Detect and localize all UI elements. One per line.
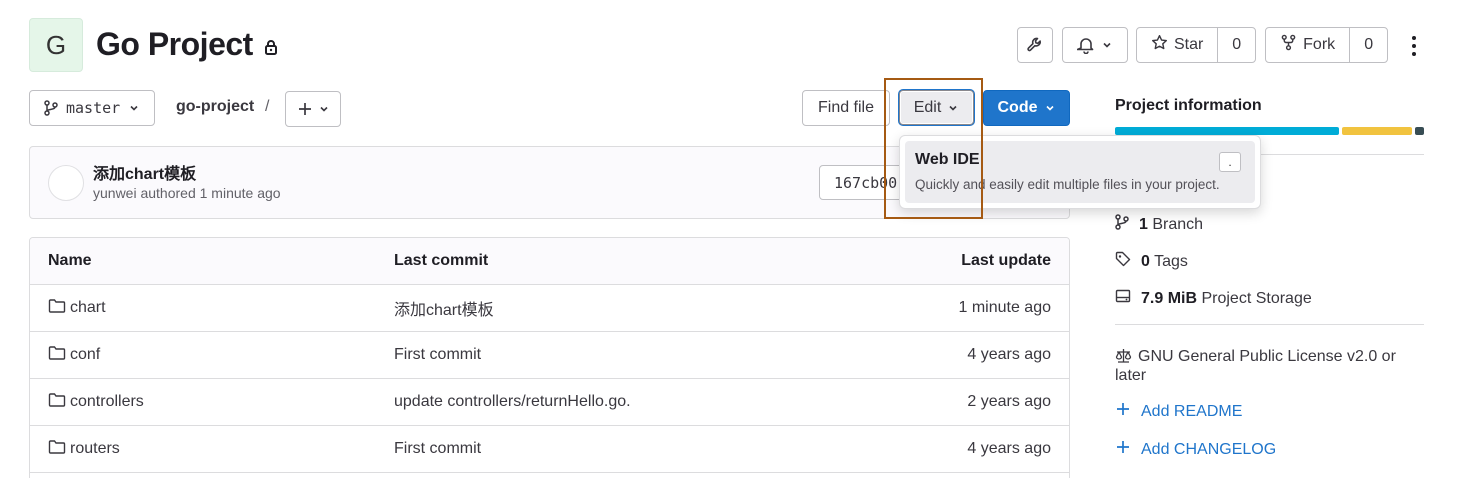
branch-icon: [1115, 214, 1129, 235]
plus-icon: [297, 101, 313, 117]
fork-button-group: Fork 0: [1265, 27, 1388, 63]
edit-button[interactable]: Edit: [899, 90, 974, 125]
edit-label: Edit: [913, 98, 942, 116]
chevron-down-icon: [1101, 39, 1113, 51]
license-link[interactable]: GNU General Public License v2.0 or later: [1115, 348, 1425, 384]
disk-icon: [1115, 288, 1131, 309]
wrench-icon: [1026, 36, 1044, 54]
project-information-title: Project information: [1115, 97, 1262, 114]
settings-wrench-button[interactable]: [1017, 27, 1053, 63]
table-row[interactable]: controllers update controllers/returnHel…: [30, 379, 1069, 426]
file-table: Name Last commit Last update chart 添加cha…: [29, 237, 1070, 478]
file-name[interactable]: conf: [70, 346, 100, 364]
star-button-group: Star 0: [1136, 27, 1256, 63]
add-readme-link[interactable]: Add README: [1115, 401, 1242, 422]
column-header-last-update: Last update: [961, 252, 1051, 269]
fork-label: Fork: [1303, 36, 1336, 53]
branch-icon: [44, 100, 58, 116]
column-header-last-commit: Last commit: [394, 252, 489, 269]
web-ide-menu-item[interactable]: Web IDE Quickly and easily edit multiple…: [905, 141, 1255, 203]
notification-button[interactable]: [1062, 27, 1128, 63]
storage-label: Project Storage: [1201, 289, 1312, 307]
project-avatar[interactable]: G: [29, 18, 83, 72]
add-new-button[interactable]: [285, 91, 341, 127]
table-row[interactable]: chart 添加chart模板 1 minute ago: [30, 285, 1069, 332]
file-updated: 1 minute ago: [958, 299, 1051, 316]
commit-message[interactable]: 添加chart模板: [93, 160, 196, 184]
lock-icon: [263, 39, 279, 55]
star-label: Star: [1173, 36, 1204, 53]
file-name[interactable]: routers: [70, 440, 120, 458]
scale-icon: [1115, 348, 1132, 367]
project-avatar-letter: G: [45, 29, 67, 60]
file-commit[interactable]: First commit: [394, 346, 481, 364]
project-title: Go Project: [96, 26, 253, 62]
breadcrumb-separator: /: [265, 98, 270, 115]
file-commit[interactable]: First commit: [394, 440, 481, 458]
bell-icon: [1077, 36, 1095, 54]
author-avatar[interactable]: [48, 165, 84, 201]
star-button[interactable]: Star: [1137, 28, 1217, 62]
table-row[interactable]: conf First commit 4 years ago: [30, 332, 1069, 379]
code-button[interactable]: Code: [983, 90, 1070, 126]
folder-icon: [48, 439, 66, 460]
more-actions-icon[interactable]: [1404, 34, 1424, 58]
fork-count[interactable]: 0: [1349, 28, 1387, 62]
file-updated: 4 years ago: [967, 346, 1051, 363]
fork-icon: [1280, 34, 1297, 56]
column-header-name: Name: [48, 252, 92, 269]
folder-icon: [48, 345, 66, 366]
file-commit[interactable]: update controllers/returnHello.go.: [394, 393, 631, 411]
storage-link[interactable]: 7.9 MiB Project Storage: [1115, 288, 1312, 309]
folder-icon: [48, 298, 66, 319]
fork-button[interactable]: Fork: [1266, 28, 1349, 62]
file-name[interactable]: chart: [70, 299, 106, 317]
storage-size: 7.9 MiB: [1141, 289, 1198, 307]
file-updated: 4 years ago: [967, 440, 1051, 457]
file-name[interactable]: controllers: [70, 393, 144, 411]
file-updated: 2 years ago: [967, 393, 1051, 410]
language-segment[interactable]: [1115, 127, 1339, 135]
language-segment[interactable]: [1342, 127, 1412, 135]
breadcrumb[interactable]: go-project: [176, 98, 254, 116]
add-changelog-link[interactable]: Add CHANGELOG: [1115, 439, 1276, 460]
add-readme-label: Add README: [1141, 402, 1243, 420]
file-commit[interactable]: 添加chart模板: [394, 296, 494, 320]
web-ide-title: Web IDE: [915, 151, 980, 168]
edit-dropdown-menu: Web IDE Quickly and easily edit multiple…: [899, 135, 1261, 209]
add-changelog-label: Add CHANGELOG: [1141, 440, 1277, 458]
tag-icon: [1115, 251, 1131, 272]
branch-name: master: [66, 99, 121, 117]
chevron-down-icon: [947, 102, 959, 114]
chevron-down-icon: [1044, 102, 1056, 114]
license-text: GNU General Public License v2.0 or later: [1115, 348, 1396, 384]
branches-link[interactable]: 1 Branch: [1115, 214, 1203, 235]
star-count[interactable]: 0: [1217, 28, 1255, 62]
tags-link[interactable]: 0 Tags: [1115, 251, 1188, 272]
keyboard-shortcut: .: [1219, 152, 1241, 172]
folder-icon: [48, 392, 66, 413]
page-title: Go Project: [96, 26, 279, 63]
branch-selector[interactable]: master: [29, 90, 155, 126]
table-row[interactable]: routers First commit 4 years ago: [30, 426, 1069, 473]
branches-label: Branch: [1152, 215, 1204, 233]
language-bar[interactable]: [1115, 127, 1424, 135]
find-file-button[interactable]: Find file: [802, 90, 890, 126]
language-segment[interactable]: [1415, 127, 1424, 135]
table-header-row: Name Last commit Last update: [30, 238, 1069, 285]
divider: [1115, 324, 1424, 325]
plus-icon: [1115, 439, 1131, 460]
branches-count: 1: [1139, 215, 1148, 233]
chevron-down-icon: [318, 103, 330, 115]
chevron-down-icon: [128, 102, 140, 114]
star-icon: [1151, 34, 1168, 56]
tags-count: 0: [1141, 252, 1150, 270]
tags-label: Tags: [1154, 252, 1188, 270]
code-label: Code: [997, 99, 1038, 116]
plus-icon: [1115, 401, 1131, 422]
commit-meta: yunwei authored 1 minute ago: [93, 185, 281, 201]
web-ide-description: Quickly and easily edit multiple files i…: [915, 177, 1220, 192]
